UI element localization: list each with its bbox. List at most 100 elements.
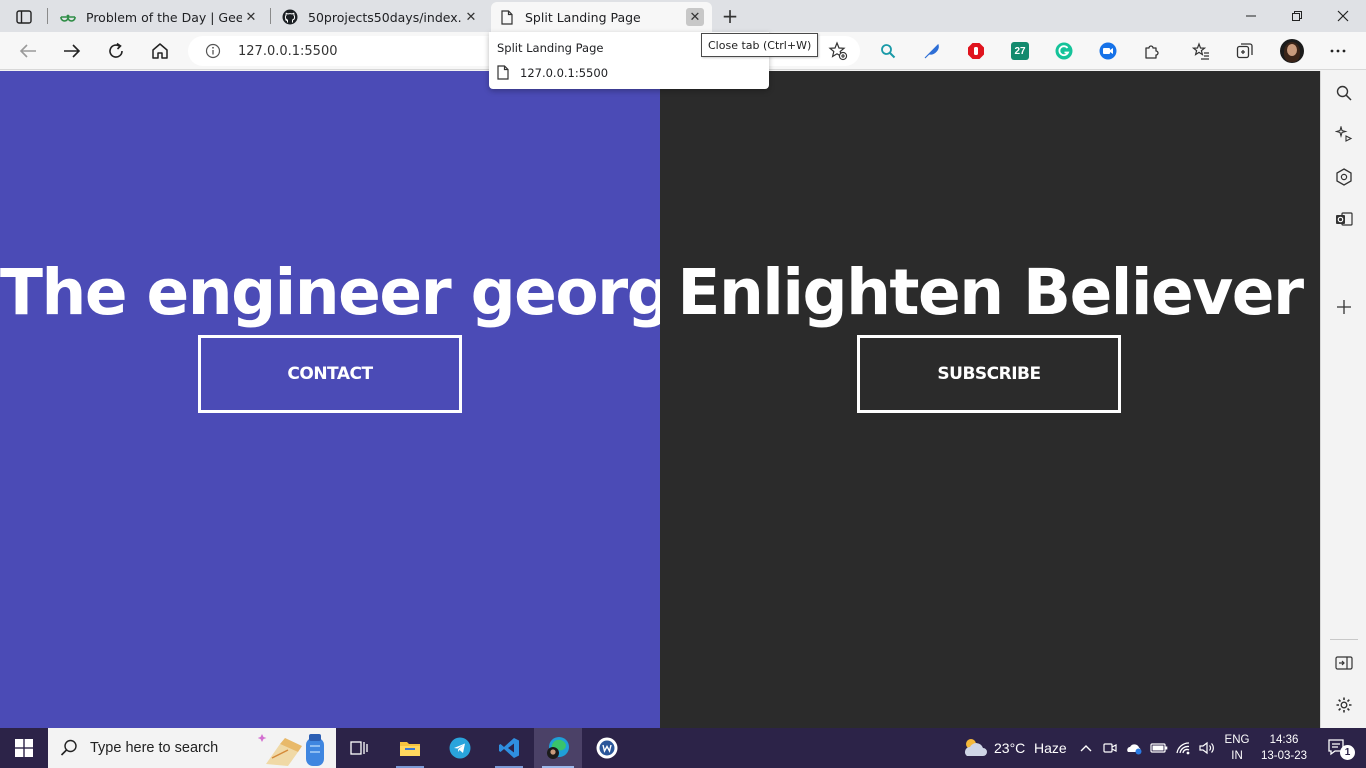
stop-hand-icon [968,43,984,59]
adblock-extension-button[interactable] [965,40,987,62]
hover-card-url: 127.0.0.1:5500 [497,65,608,80]
settings-more-button[interactable] [1327,40,1349,62]
notification-center-button[interactable]: 1 [1318,728,1358,768]
tab-separator [270,8,271,24]
language-region: IN [1231,750,1243,762]
right-heading: Enlighten Believer [677,256,1304,329]
puzzle-piece-icon [1145,45,1159,59]
minimize-button[interactable] [1228,0,1274,32]
tab-split-landing[interactable]: Split Landing Page ✕ [491,2,712,32]
weather-temperature[interactable]: 23°C [994,728,1025,768]
vscode-icon [499,738,519,758]
sidebar-hide-button[interactable] [1332,651,1356,675]
search-highlight-illustration-icon [258,734,324,766]
collections-icon [1236,43,1253,59]
video-extension-button[interactable] [1097,40,1119,62]
windows-taskbar: Type here to search 23°C Haze ENG IN 14:… [0,728,1366,768]
input-language-indicator[interactable]: ENG IN [1220,728,1254,768]
sidebar-divider [1330,639,1358,640]
close-icon [1337,10,1349,22]
pen-extension-button[interactable] [921,40,943,62]
new-tab-button[interactable]: + [718,4,742,28]
github-icon [282,9,298,25]
info-icon[interactable] [205,43,221,59]
home-button[interactable] [146,37,174,65]
tab-actions-button[interactable] [10,6,38,28]
close-tab-button[interactable]: ✕ [242,8,260,26]
word-app-button[interactable] [589,728,625,768]
split-left-panel[interactable]: The engineer george CONTACT [0,71,660,728]
close-window-button[interactable] [1320,0,1366,32]
forward-button[interactable] [58,37,86,65]
contact-button[interactable]: CONTACT [198,335,462,413]
page-viewport: The engineer george CONTACT Enlighten Be… [0,71,1320,728]
minimize-icon [1246,15,1256,17]
tab-title: Split Landing Page [525,9,641,25]
wifi-icon[interactable] [1174,728,1194,768]
back-button[interactable] [14,37,42,65]
more-horizontal-icon [1330,49,1346,53]
edge-sidebar [1320,71,1366,728]
extensions-button[interactable] [1141,40,1163,62]
sidebar-search-button[interactable] [1332,81,1356,105]
task-view-button[interactable] [342,728,378,768]
restore-button[interactable] [1274,0,1320,32]
hover-card-url-text: 127.0.0.1:5500 [520,65,609,80]
edge-browser-button[interactable] [534,728,582,768]
close-tab-button[interactable]: ✕ [462,8,480,26]
weather-condition[interactable]: Haze [1034,728,1067,768]
windows-logo-icon [15,739,33,757]
folder-icon [400,742,420,756]
search-extension-button[interactable] [877,40,899,62]
file-explorer-button[interactable] [392,728,428,768]
clock[interactable]: 14:36 13-03-23 [1258,728,1310,768]
tab-title: 50projects50days/index.html [308,9,462,25]
split-right-panel[interactable]: Enlighten Believer SUBSCRIBE [660,71,1320,728]
left-heading: The engineer george [0,256,660,329]
task-view-icon [350,741,368,755]
tab-geeksforgeeks[interactable]: Problem of the Day | GeeksforGeeks ✕ [52,2,268,32]
calendar-extension-button[interactable]: 27 [1009,40,1031,62]
volume-icon[interactable] [1197,728,1217,768]
url-text[interactable]: 127.0.0.1:5500 [238,44,338,59]
feather-pen-icon [924,43,939,59]
sidebar-add-button[interactable] [1332,295,1356,319]
geeksforgeeks-icon [60,9,76,25]
meet-now-icon[interactable] [1101,728,1119,768]
language-code: ENG [1224,734,1250,746]
add-favorite-button[interactable] [824,37,852,65]
sidebar-tools-button[interactable] [1332,165,1356,189]
tab-github[interactable]: 50projects50days/index.html ✕ [274,2,488,32]
calendar-badge: 27 [1011,42,1029,60]
refresh-button[interactable] [102,37,130,65]
subscribe-button[interactable]: SUBSCRIBE [857,335,1121,413]
close-tab-button[interactable]: ✕ [686,8,704,26]
collections-button[interactable] [1234,40,1256,62]
star-add-icon [828,41,848,61]
search-icon [60,739,77,756]
onedrive-icon[interactable] [1124,728,1144,768]
refresh-icon [109,42,123,58]
show-hidden-icons-button[interactable] [1077,728,1095,768]
start-button[interactable] [0,728,48,768]
telegram-button[interactable] [442,728,478,768]
sidebar-discover-button[interactable] [1332,123,1356,147]
magnifier-icon [881,44,896,59]
favorites-button[interactable] [1190,40,1212,62]
arrow-left-icon [19,44,36,58]
telegram-icon [449,737,471,759]
sidebar-settings-button[interactable] [1332,693,1356,717]
sidebar-outlook-button[interactable] [1332,207,1356,231]
grammarly-extension-button[interactable] [1053,40,1075,62]
vscode-button[interactable] [491,728,527,768]
gear-icon [1336,697,1352,713]
battery-icon[interactable] [1149,728,1169,768]
profile-avatar[interactable] [1280,39,1304,63]
taskbar-search-box[interactable]: Type here to search [48,728,336,768]
arrow-right-icon [64,44,81,58]
clock-date: 13-03-23 [1260,750,1308,762]
chevron-up-icon [1080,745,1092,752]
taskbar-search-placeholder: Type here to search [90,740,219,756]
sparkle-shapes-icon [1335,126,1353,142]
weather-icon[interactable] [960,728,990,768]
